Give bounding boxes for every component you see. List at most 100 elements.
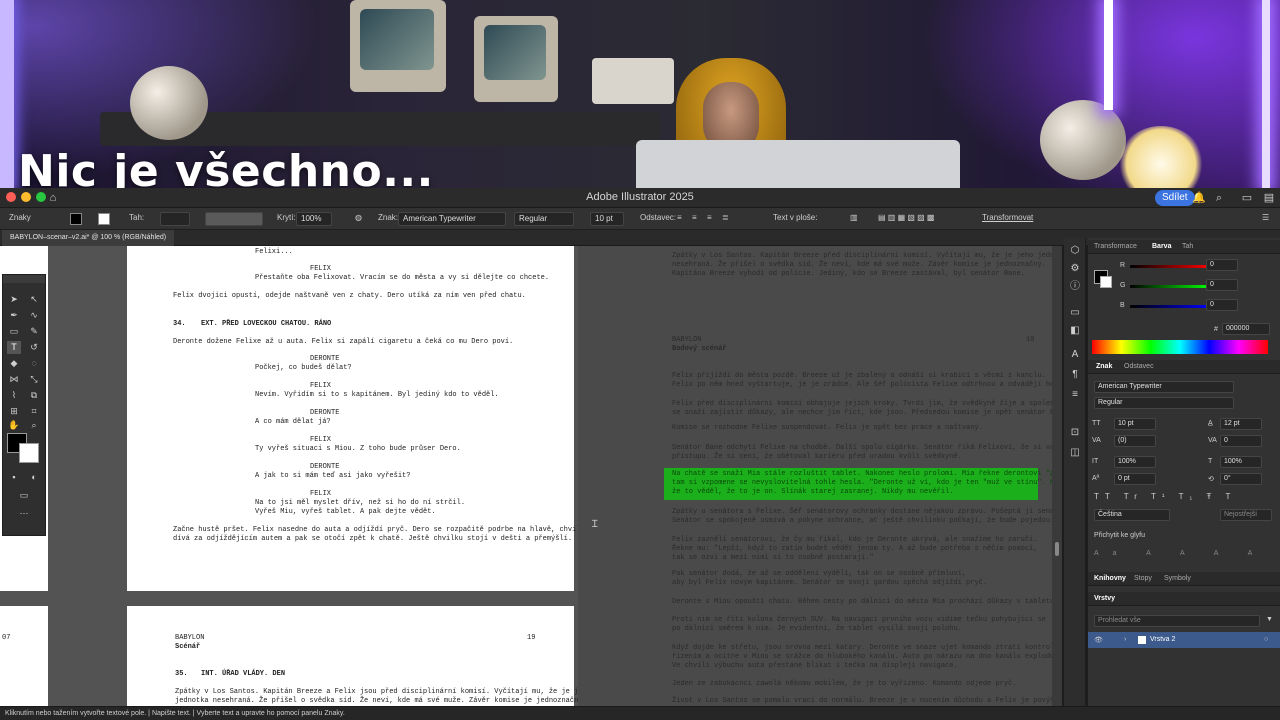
blend-tool-icon[interactable]: ⧉ [27, 389, 41, 402]
stroke-color-icon[interactable] [19, 443, 39, 463]
rotate-tool-icon[interactable]: ↺ [27, 341, 41, 354]
crop-tool-icon[interactable]: ⌗ [27, 405, 41, 418]
highlighted-line[interactable]: že to věděl, že to je on. Slínák starej … [672, 488, 953, 496]
color-mode-icon[interactable]: ▪ [7, 471, 21, 484]
anti-alias-select[interactable]: Nejostřejší [1220, 509, 1272, 521]
artboard-tool-icon[interactable]: ⊞ [7, 405, 21, 418]
bell-icon[interactable]: 🔔 [1192, 191, 1206, 205]
lasso-tool-icon[interactable]: ◌ [27, 357, 41, 370]
script-page-b[interactable]: BABYLON Scénář 19 35. INT. ÚŘAD VLÁDY. D… [127, 606, 591, 706]
curvature-tool-icon[interactable]: ∿ [27, 309, 41, 322]
properties-icon[interactable]: ▭ [1068, 306, 1082, 320]
rotation-field[interactable]: 0° [1220, 473, 1262, 485]
stroke-color-chip[interactable] [1100, 276, 1112, 288]
transform-link[interactable]: Transformovat [982, 213, 1033, 222]
leading-field[interactable]: 12 pt [1220, 418, 1262, 430]
tab-layers[interactable]: Vrstvy [1094, 595, 1115, 602]
snap-glyph-icons[interactable]: Aa A A A A [1094, 550, 1266, 557]
zoom-tool-icon[interactable]: ⌕ [27, 419, 41, 432]
highlighted-line[interactable]: tam si vzpomene se nevyslovitelná tohle … [672, 479, 1062, 487]
brush-field[interactable] [205, 212, 263, 226]
screen-mode-icon[interactable]: ▭ [17, 489, 31, 502]
tab-brushes[interactable]: Stopy [1134, 575, 1152, 582]
channel-g-value[interactable]: 0 [1206, 279, 1238, 291]
channel-g-slider[interactable] [1130, 285, 1210, 288]
stroke-weight-field[interactable] [160, 212, 190, 226]
justify-icon[interactable]: ≣ [722, 213, 729, 222]
layer-row[interactable]: 👁 › Vrstva 2 ○ [1088, 632, 1280, 648]
vertical-scale-field[interactable]: 100% [1114, 456, 1156, 468]
tab-symbols[interactable]: Symboly [1164, 575, 1191, 582]
character-panel-icon[interactable]: A [1068, 348, 1082, 362]
expand-chevron-icon[interactable]: › [1124, 636, 1126, 643]
tab-transform[interactable]: Transformace [1094, 243, 1137, 250]
color-spectrum[interactable] [1092, 340, 1268, 354]
hand-tool-icon[interactable]: ✋ [7, 419, 21, 432]
stroke-panel-icon[interactable]: ≡ [1068, 388, 1082, 402]
search-icon[interactable]: ⌕ [1212, 191, 1226, 205]
libraries-icon[interactable]: ◧ [1068, 324, 1082, 338]
direct-selection-tool-icon[interactable]: ↖ [27, 293, 41, 306]
filter-icon[interactable]: ▼ [1266, 616, 1273, 623]
panel-menu-icon[interactable]: ☰ [1262, 213, 1269, 222]
text-style-icons[interactable]: TT Tr T¹ T₁ Ŧ T [1094, 492, 1236, 501]
font-style-field[interactable]: Regular [514, 212, 574, 226]
type-tool-icon[interactable]: T [7, 341, 21, 354]
script-page-a[interactable]: Felixi... FELIX Přestaňte oba Felixovat. V… [127, 246, 597, 591]
visibility-eye-icon[interactable]: 👁 [1094, 636, 1103, 644]
align-right-icon[interactable]: ≡ [707, 213, 712, 222]
kerning-field[interactable]: (0) [1114, 435, 1156, 447]
info-icon[interactable]: ⓘ [1068, 280, 1082, 294]
channel-b-value[interactable]: 0 [1206, 299, 1238, 311]
align-left-icon[interactable]: ≡ [677, 213, 682, 222]
tab-color[interactable]: Barva [1152, 243, 1171, 250]
arrange-icon[interactable]: ▤ [1262, 191, 1276, 205]
align-center-icon[interactable]: ≡ [692, 213, 697, 222]
baseline-field[interactable]: 0 pt [1114, 473, 1156, 485]
artboard-canvas[interactable]: 07 Felixi... FELIX Přestaňte oba Felixovat… [0, 246, 1062, 706]
eyedropper-tool-icon[interactable]: ⌇ [7, 389, 21, 402]
font-size-field[interactable]: 10 pt [1114, 418, 1156, 430]
settings-icon[interactable]: ⚙ [1068, 262, 1082, 276]
share-button[interactable]: Sdílet [1155, 190, 1195, 206]
scale-tool-icon[interactable]: ⤡ [27, 373, 41, 386]
paragraph-panel-icon[interactable]: ¶ [1068, 368, 1082, 382]
opacity-field[interactable]: 100% [296, 212, 332, 226]
tracking-field[interactable]: 0 [1220, 435, 1262, 447]
workspace-icon[interactable]: ▭ [1240, 191, 1254, 205]
language-select[interactable]: Čeština [1094, 509, 1170, 521]
horizontal-scale-field[interactable]: 100% [1220, 456, 1262, 468]
align-distribute-icon[interactable]: ▤ ▥ ▦ ▧ ▨ ▩ [878, 213, 934, 222]
font-style-select[interactable]: Regular [1094, 397, 1234, 409]
layers-search-input[interactable]: Prohledat vše [1094, 615, 1260, 627]
draw-mode-icon[interactable]: ◐ [27, 471, 41, 484]
width-tool-icon[interactable]: ⋈ [7, 373, 21, 386]
selection-tool-icon[interactable]: ➤ [7, 293, 21, 306]
tab-stroke[interactable]: Tah [1182, 243, 1193, 250]
more-tools-icon[interactable]: ⋯ [17, 507, 31, 520]
highlighted-line[interactable]: Na chatě se snaží Mia stále rozluštit ta… [672, 470, 1062, 478]
brush-tool-icon[interactable]: ✎ [27, 325, 41, 338]
tab-paragraph[interactable]: Odstavec [1124, 363, 1154, 370]
transform-panel-icon[interactable]: ⊡ [1068, 426, 1082, 440]
tab-libraries[interactable]: Knihovny [1094, 575, 1126, 582]
layer-name[interactable]: Vrstva 2 [1150, 636, 1175, 643]
recolor-icon[interactable]: ◍ [355, 213, 362, 222]
pen-tool-icon[interactable]: ✒ [7, 309, 21, 322]
stroke-swatch[interactable] [98, 213, 110, 225]
layer-target-icon[interactable]: ○ [1264, 636, 1268, 643]
font-family-select[interactable]: American Typewriter [1094, 381, 1234, 393]
vertical-scrollbar[interactable] [1052, 246, 1062, 706]
channel-b-slider[interactable] [1130, 305, 1210, 308]
align-objects-icon[interactable]: ▥ [850, 213, 858, 222]
eraser-tool-icon[interactable]: ◆ [7, 357, 21, 370]
channel-r-value[interactable]: 0 [1206, 259, 1238, 271]
cube-icon[interactable]: ⬡ [1068, 244, 1082, 258]
rectangle-tool-icon[interactable]: ▭ [7, 325, 21, 338]
layers-panel-icon[interactable]: ◫ [1068, 446, 1082, 460]
font-size-field[interactable]: 10 pt [590, 212, 624, 226]
fill-swatch[interactable] [70, 213, 82, 225]
hex-value-field[interactable]: 000000 [1222, 323, 1270, 335]
document-tab[interactable]: BABYLON–scenar–v2.ai* @ 100 % (RGB/Náhle… [2, 230, 175, 246]
tab-character[interactable]: Znak [1096, 363, 1112, 370]
